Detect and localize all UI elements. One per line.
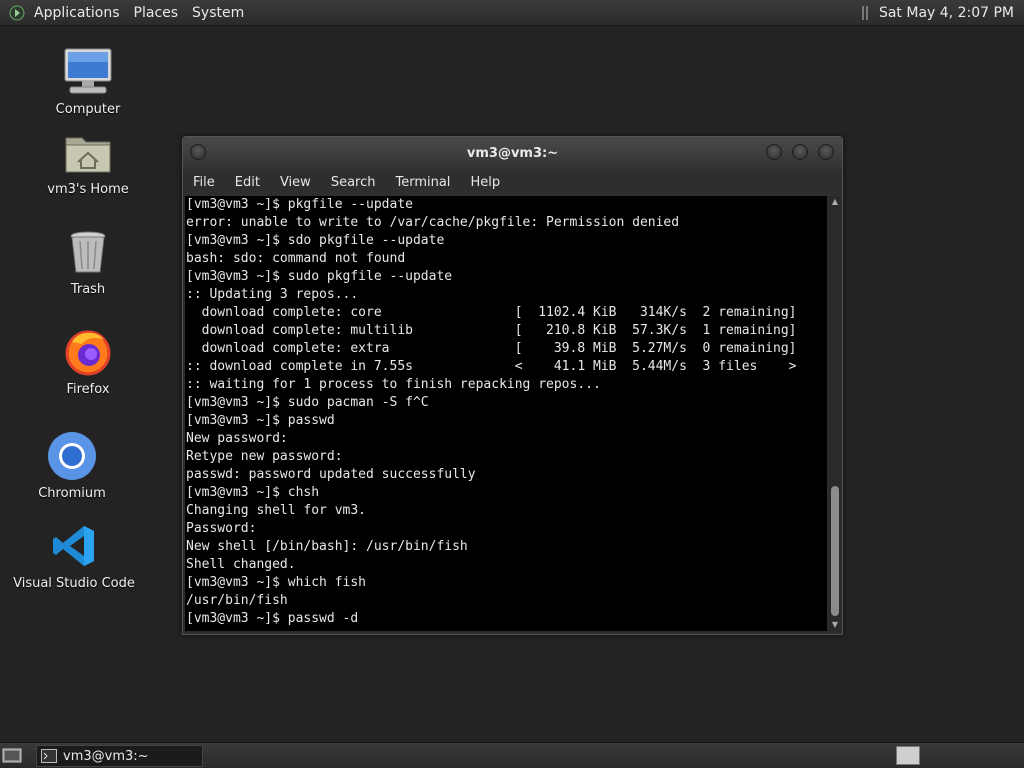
desktop-icon-label: Chromium (38, 486, 106, 501)
terminal-icon (41, 749, 57, 763)
close-icon[interactable] (818, 144, 834, 160)
minimize-icon[interactable] (766, 144, 782, 160)
terminal-line: [vm3@vm3 ~]$ passwd -d (186, 611, 359, 626)
window-titlebar[interactable]: vm3@vm3:~ (183, 137, 842, 169)
menu-logo-icon[interactable] (8, 4, 26, 22)
scrollbar-thumb[interactable] (831, 486, 839, 616)
panel-handle-icon (861, 4, 871, 22)
menu-applications[interactable]: Applications (34, 5, 120, 21)
terminal-line: New password: (186, 431, 288, 446)
desktop-icon-label: Computer (55, 102, 121, 117)
desktop-icon-chromium[interactable]: Chromium (7, 428, 137, 501)
terminal-line: Changing shell for vm3. (186, 503, 367, 518)
terminal-line: download complete: extra [ 39.8 MiB 5.27… (186, 341, 797, 356)
home-folder-icon (60, 124, 116, 180)
terminal-line: Shell changed. (186, 557, 296, 572)
terminal-line: /usr/bin/fish (186, 593, 288, 608)
terminal-window[interactable]: vm3@vm3:~ File Edit View Search Terminal… (182, 136, 843, 635)
desktop-icon-vscode[interactable]: Visual Studio Code (9, 518, 139, 591)
terminal-line: New shell [/bin/bash]: /usr/bin/fish (186, 539, 468, 554)
terminal-line: [vm3@vm3 ~]$ pkgfile --update (186, 197, 413, 212)
window-title: vm3@vm3:~ (466, 145, 559, 161)
maximize-icon[interactable] (792, 144, 808, 160)
terminal-line: Password: (186, 521, 257, 536)
desktop-icon-firefox[interactable]: Firefox (23, 324, 153, 397)
scroll-down-icon[interactable]: ▼ (829, 619, 841, 631)
desktop-icon-label: Trash (70, 282, 106, 297)
terminal-line: [vm3@vm3 ~]$ sdo pkgfile --update (186, 233, 445, 248)
terminal-line: [vm3@vm3 ~]$ sudo pacman -S f^C (186, 395, 429, 410)
menu-terminal[interactable]: Terminal (395, 175, 450, 190)
menu-places[interactable]: Places (134, 5, 179, 21)
menu-search[interactable]: Search (331, 175, 376, 190)
desktop-icon-label: Firefox (66, 382, 110, 397)
terminal-line: :: download complete in 7.55s < 41.1 MiB… (186, 359, 797, 374)
terminal-menubar: File Edit View Search Terminal Help (183, 169, 842, 196)
terminal-line: [vm3@vm3 ~]$ passwd (186, 413, 335, 428)
terminal-line: [vm3@vm3 ~]$ sudo pkgfile --update (186, 269, 453, 284)
terminal-line: [vm3@vm3 ~]$ chsh (186, 485, 320, 500)
workspace-switcher[interactable] (896, 746, 920, 765)
computer-icon (60, 44, 116, 100)
terminal-line: Retype new password: (186, 449, 343, 464)
menu-help[interactable]: Help (470, 175, 500, 190)
scroll-up-icon[interactable]: ▲ (829, 196, 841, 208)
menu-edit[interactable]: Edit (235, 175, 260, 190)
trash-icon (60, 224, 116, 280)
desktop-icon-label: Visual Studio Code (13, 576, 135, 591)
terminal-line: download complete: multilib [ 210.8 KiB … (186, 323, 797, 338)
terminal-line: :: Updating 3 repos... (186, 287, 359, 302)
chromium-icon (44, 428, 100, 484)
terminal-line: error: unable to write to /var/cache/pkg… (186, 215, 680, 230)
vscode-icon (46, 518, 102, 574)
desktop-icon-label: vm3's Home (47, 182, 129, 197)
terminal-line: download complete: core [ 1102.4 KiB 314… (186, 305, 797, 320)
top-panel: Applications Places System Sat May 4, 2:… (0, 0, 1024, 26)
taskbar-window-label: vm3@vm3:~ (63, 748, 149, 764)
desktop-icon-computer[interactable]: Computer (23, 44, 153, 117)
menu-system[interactable]: System (192, 5, 244, 21)
terminal-line: [vm3@vm3 ~]$ which fish (186, 575, 367, 590)
terminal-line: bash: sdo: command not found (186, 251, 406, 266)
terminal-scrollbar[interactable]: ▲ ▼ (829, 196, 841, 631)
clock[interactable]: Sat May 4, 2:07 PM (879, 5, 1014, 21)
menu-view[interactable]: View (280, 175, 311, 190)
terminal-output[interactable]: [vm3@vm3 ~]$ pkgfile --update error: unab… (185, 196, 827, 631)
window-menu-icon[interactable] (190, 144, 206, 160)
terminal-line: passwd: password updated successfully (186, 467, 476, 482)
taskbar-window-button[interactable]: vm3@vm3:~ (36, 745, 203, 767)
menu-file[interactable]: File (193, 175, 215, 190)
show-desktop-icon[interactable] (2, 747, 22, 763)
bottom-panel: vm3@vm3:~ (0, 742, 1024, 768)
firefox-icon (60, 324, 116, 380)
terminal-line: :: waiting for 1 process to finish repac… (186, 377, 601, 392)
desktop-icon-home[interactable]: vm3's Home (23, 124, 153, 197)
desktop-icon-trash[interactable]: Trash (23, 224, 153, 297)
